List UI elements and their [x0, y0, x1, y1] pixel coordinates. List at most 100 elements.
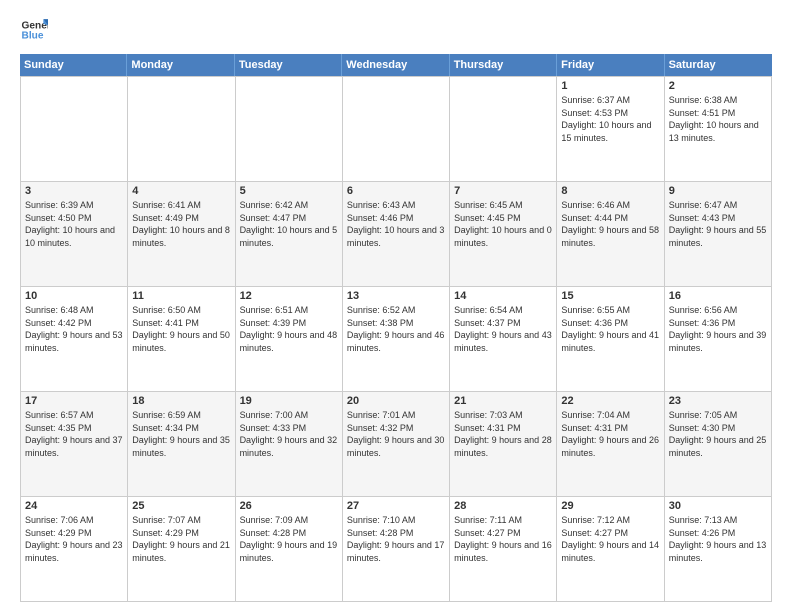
header-day-tuesday: Tuesday: [235, 54, 342, 76]
logo-icon: General Blue: [20, 16, 48, 44]
day-cell-27: 27 Sunrise: 7:10 AMSunset: 4:28 PMDayligh…: [343, 497, 450, 602]
day-info: Sunrise: 6:39 AMSunset: 4:50 PMDaylight:…: [25, 199, 123, 249]
day-info: Sunrise: 6:45 AMSunset: 4:45 PMDaylight:…: [454, 199, 552, 249]
day-info: Sunrise: 7:01 AMSunset: 4:32 PMDaylight:…: [347, 409, 445, 459]
day-cell-12: 12 Sunrise: 6:51 AMSunset: 4:39 PMDayligh…: [236, 287, 343, 392]
day-info: Sunrise: 6:37 AMSunset: 4:53 PMDaylight:…: [561, 94, 659, 144]
calendar-body: 1 Sunrise: 6:37 AMSunset: 4:53 PMDaylight…: [20, 76, 772, 602]
day-cell-15: 15Sunrise: 6:55 AMSunset: 4:36 PMDayligh…: [557, 287, 664, 392]
day-info: Sunrise: 7:05 AMSunset: 4:30 PMDaylight:…: [669, 409, 767, 459]
day-cell-10: 10 Sunrise: 6:48 AMSunset: 4:42 PMDayligh…: [21, 287, 128, 392]
day-number: 23: [669, 395, 767, 407]
empty-cell: [236, 77, 343, 182]
day-cell-7: 7 Sunrise: 6:45 AMSunset: 4:45 PMDaylight…: [450, 182, 557, 287]
day-number: 9: [669, 185, 767, 197]
day-info: Sunrise: 7:04 AMSunset: 4:31 PMDaylight:…: [561, 409, 659, 459]
day-cell-3: 3 Sunrise: 6:39 AMSunset: 4:50 PMDaylight…: [21, 182, 128, 287]
day-info: Sunrise: 6:38 AMSunset: 4:51 PMDaylight:…: [669, 94, 767, 144]
day-info: Sunrise: 7:09 AMSunset: 4:28 PMDaylight:…: [240, 514, 338, 564]
day-number: 24: [25, 500, 123, 512]
day-cell-8: 8Sunrise: 6:46 AMSunset: 4:44 PMDaylight…: [557, 182, 664, 287]
day-info: Sunrise: 6:57 AMSunset: 4:35 PMDaylight:…: [25, 409, 123, 459]
day-cell-6: 6 Sunrise: 6:43 AMSunset: 4:46 PMDaylight…: [343, 182, 450, 287]
day-number: 1: [561, 80, 659, 92]
day-info: Sunrise: 6:59 AMSunset: 4:34 PMDaylight:…: [132, 409, 230, 459]
day-number: 20: [347, 395, 445, 407]
header-day-monday: Monday: [127, 54, 234, 76]
day-cell-9: 9 Sunrise: 6:47 AMSunset: 4:43 PMDaylight…: [665, 182, 772, 287]
day-number: 12: [240, 290, 338, 302]
day-number: 11: [132, 290, 230, 302]
day-number: 2: [669, 80, 767, 92]
day-cell-25: 25 Sunrise: 7:07 AMSunset: 4:29 PMDayligh…: [128, 497, 235, 602]
day-number: 10: [25, 290, 123, 302]
day-number: 25: [132, 500, 230, 512]
day-info: Sunrise: 6:43 AMSunset: 4:46 PMDaylight:…: [347, 199, 445, 249]
day-cell-29: 29 Sunrise: 7:12 AMSunset: 4:27 PMDayligh…: [557, 497, 664, 602]
header-day-sunday: Sunday: [20, 54, 127, 76]
day-info: Sunrise: 7:12 AMSunset: 4:27 PMDaylight:…: [561, 514, 659, 564]
day-info: Sunrise: 7:06 AMSunset: 4:29 PMDaylight:…: [25, 514, 123, 564]
day-info: Sunrise: 6:50 AMSunset: 4:41 PMDaylight:…: [132, 304, 230, 354]
day-info: Sunrise: 7:13 AMSunset: 4:26 PMDaylight:…: [669, 514, 767, 564]
calendar-header: SundayMondayTuesdayWednesdayThursdayFrid…: [20, 54, 772, 76]
day-info: Sunrise: 6:41 AMSunset: 4:49 PMDaylight:…: [132, 199, 230, 249]
day-info: Sunrise: 6:47 AMSunset: 4:43 PMDaylight:…: [669, 199, 767, 249]
day-info: Sunrise: 6:55 AMSunset: 4:36 PMDaylight:…: [561, 304, 659, 354]
day-info: Sunrise: 6:56 AMSunset: 4:36 PMDaylight:…: [669, 304, 767, 354]
day-cell-19: 19 Sunrise: 7:00 AMSunset: 4:33 PMDayligh…: [236, 392, 343, 497]
day-info: Sunrise: 6:42 AMSunset: 4:47 PMDaylight:…: [240, 199, 338, 249]
day-info: Sunrise: 7:07 AMSunset: 4:29 PMDaylight:…: [132, 514, 230, 564]
day-number: 28: [454, 500, 552, 512]
day-cell-26: 26 Sunrise: 7:09 AMSunset: 4:28 PMDayligh…: [236, 497, 343, 602]
day-number: 16: [669, 290, 767, 302]
calendar: SundayMondayTuesdayWednesdayThursdayFrid…: [20, 54, 772, 602]
day-number: 17: [25, 395, 123, 407]
day-number: 26: [240, 500, 338, 512]
empty-cell: [21, 77, 128, 182]
empty-cell: [343, 77, 450, 182]
day-info: Sunrise: 6:48 AMSunset: 4:42 PMDaylight:…: [25, 304, 123, 354]
day-number: 6: [347, 185, 445, 197]
day-info: Sunrise: 6:51 AMSunset: 4:39 PMDaylight:…: [240, 304, 338, 354]
day-info: Sunrise: 7:10 AMSunset: 4:28 PMDaylight:…: [347, 514, 445, 564]
day-cell-5: 5Sunrise: 6:42 AMSunset: 4:47 PMDaylight…: [236, 182, 343, 287]
header: General Blue: [20, 16, 772, 44]
day-cell-16: 16 Sunrise: 6:56 AMSunset: 4:36 PMDayligh…: [665, 287, 772, 392]
day-cell-2: 2 Sunrise: 6:38 AMSunset: 4:51 PMDaylight…: [665, 77, 772, 182]
day-number: 19: [240, 395, 338, 407]
logo: General Blue: [20, 16, 52, 44]
day-number: 29: [561, 500, 659, 512]
day-cell-23: 23 Sunrise: 7:05 AMSunset: 4:30 PMDayligh…: [665, 392, 772, 497]
day-number: 7: [454, 185, 552, 197]
day-number: 22: [561, 395, 659, 407]
day-number: 18: [132, 395, 230, 407]
day-cell-28: 28 Sunrise: 7:11 AMSunset: 4:27 PMDayligh…: [450, 497, 557, 602]
day-number: 30: [669, 500, 767, 512]
day-cell-1: 1 Sunrise: 6:37 AMSunset: 4:53 PMDaylight…: [557, 77, 664, 182]
header-day-saturday: Saturday: [665, 54, 772, 76]
day-cell-11: 11 Sunrise: 6:50 AMSunset: 4:41 PMDayligh…: [128, 287, 235, 392]
day-number: 27: [347, 500, 445, 512]
header-day-wednesday: Wednesday: [342, 54, 449, 76]
day-number: 21: [454, 395, 552, 407]
day-cell-4: 4 Sunrise: 6:41 AMSunset: 4:49 PMDaylight…: [128, 182, 235, 287]
day-cell-21: 21 Sunrise: 7:03 AMSunset: 4:31 PMDayligh…: [450, 392, 557, 497]
day-info: Sunrise: 6:52 AMSunset: 4:38 PMDaylight:…: [347, 304, 445, 354]
header-day-thursday: Thursday: [450, 54, 557, 76]
day-number: 14: [454, 290, 552, 302]
day-info: Sunrise: 7:11 AMSunset: 4:27 PMDaylight:…: [454, 514, 552, 564]
day-cell-14: 14 Sunrise: 6:54 AMSunset: 4:37 PMDayligh…: [450, 287, 557, 392]
day-cell-30: 30 Sunrise: 7:13 AMSunset: 4:26 PMDayligh…: [665, 497, 772, 602]
day-info: Sunrise: 7:03 AMSunset: 4:31 PMDaylight:…: [454, 409, 552, 459]
day-cell-17: 17 Sunrise: 6:57 AMSunset: 4:35 PMDayligh…: [21, 392, 128, 497]
day-number: 3: [25, 185, 123, 197]
day-number: 13: [347, 290, 445, 302]
day-cell-20: 20 Sunrise: 7:01 AMSunset: 4:32 PMDayligh…: [343, 392, 450, 497]
empty-cell: [128, 77, 235, 182]
day-cell-22: 22 Sunrise: 7:04 AMSunset: 4:31 PMDayligh…: [557, 392, 664, 497]
day-info: Sunrise: 7:00 AMSunset: 4:33 PMDaylight:…: [240, 409, 338, 459]
day-info: Sunrise: 6:54 AMSunset: 4:37 PMDaylight:…: [454, 304, 552, 354]
empty-cell: [450, 77, 557, 182]
day-number: 4: [132, 185, 230, 197]
